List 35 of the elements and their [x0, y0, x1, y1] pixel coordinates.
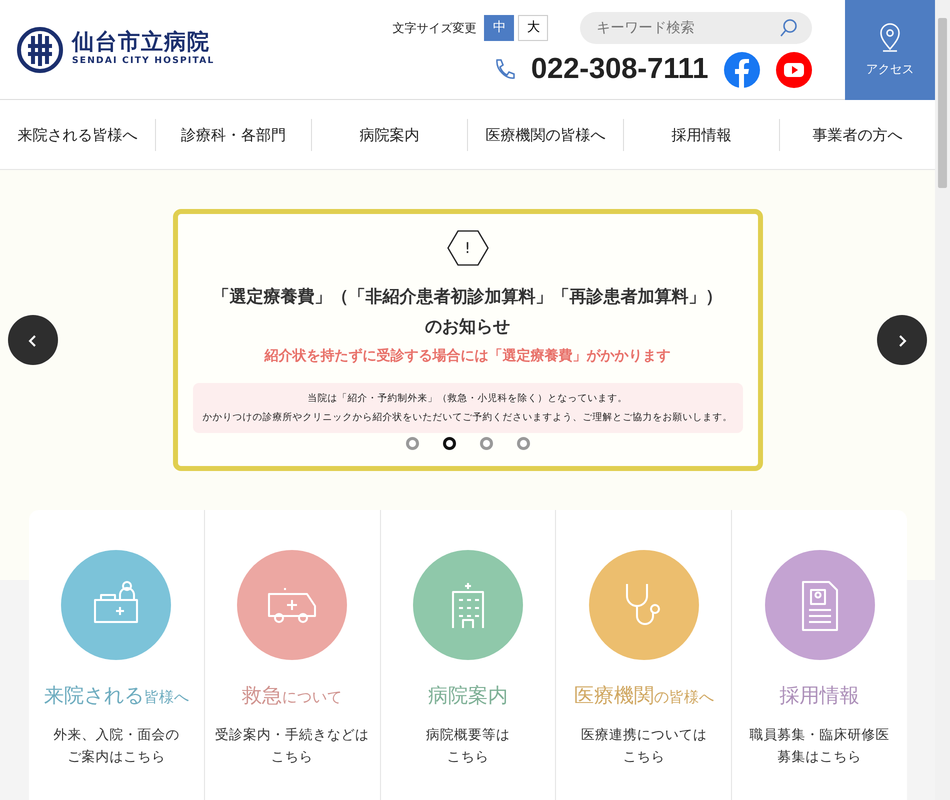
previous-arrow-button[interactable]: [8, 315, 58, 365]
phone-number: 022-308-7111: [530, 55, 708, 84]
carousel-dot[interactable]: [442, 437, 456, 450]
nav-link[interactable]: 病院案内: [312, 118, 468, 150]
logo-name[interactable]: 仙台市立病院: [72, 30, 215, 55]
notice-title: 「選定療養費」（「非紹介患者初診加算料」「再診患者加算料」）: [212, 286, 722, 309]
nav-link[interactable]: 医療機関の皆様へ: [468, 118, 624, 150]
font-size-label: 文字サイズ変更: [392, 20, 476, 36]
logo-icon: [16, 26, 64, 74]
font-size-button[interactable]: 大: [518, 14, 548, 40]
notice-body: 当院は「紹介・予約制外来」（救急・小児科を除く）となっています。 かかりつけの診療所やクリニックから紹介状をいただいてご予約くださいますよう、ご理解とご協力をお願いします。: [192, 383, 742, 433]
youtube-icon[interactable]: [776, 52, 812, 88]
next-arrow-button[interactable]: [877, 315, 927, 365]
notice-highlight: 紹介状を持たずに受診する場合には「選定療養費」がかかります: [264, 346, 670, 366]
font-size-button[interactable]: 中: [484, 14, 514, 40]
category-description: 外来、入院・面会の ご案内はこちら: [53, 726, 180, 767]
carousel-dot[interactable]: [480, 437, 492, 450]
carousel-dot[interactable]: [406, 437, 418, 450]
nav-link[interactable]: 採用情報: [624, 118, 780, 150]
nav-link[interactable]: 事業者の方へ: [780, 118, 935, 150]
logo-subtitle: SENDAI CITY HOSPITAL: [72, 54, 215, 68]
notice-title: のお知らせ: [425, 316, 510, 339]
search-icon[interactable]: [780, 18, 798, 36]
category-description: 職員募集・臨床研修医 募集はこちら: [750, 726, 890, 767]
category-description: 病院概要等は こちら: [426, 726, 510, 767]
access-button[interactable]: アクセス: [845, 0, 935, 100]
facebook-icon[interactable]: [724, 52, 760, 88]
carousel-dot[interactable]: [516, 437, 530, 450]
nav-link[interactable]: 診療科・各部門: [156, 118, 312, 150]
warning-icon: !: [446, 230, 488, 266]
map-pin-icon: [878, 22, 902, 52]
nav-link[interactable]: 来院される皆様へ: [0, 118, 156, 150]
search-field[interactable]: キーワード検索: [580, 12, 812, 44]
category-description: 受診案内・手続きなどは こちら: [215, 726, 370, 767]
category-description: 医療連携については こちら: [580, 726, 707, 767]
